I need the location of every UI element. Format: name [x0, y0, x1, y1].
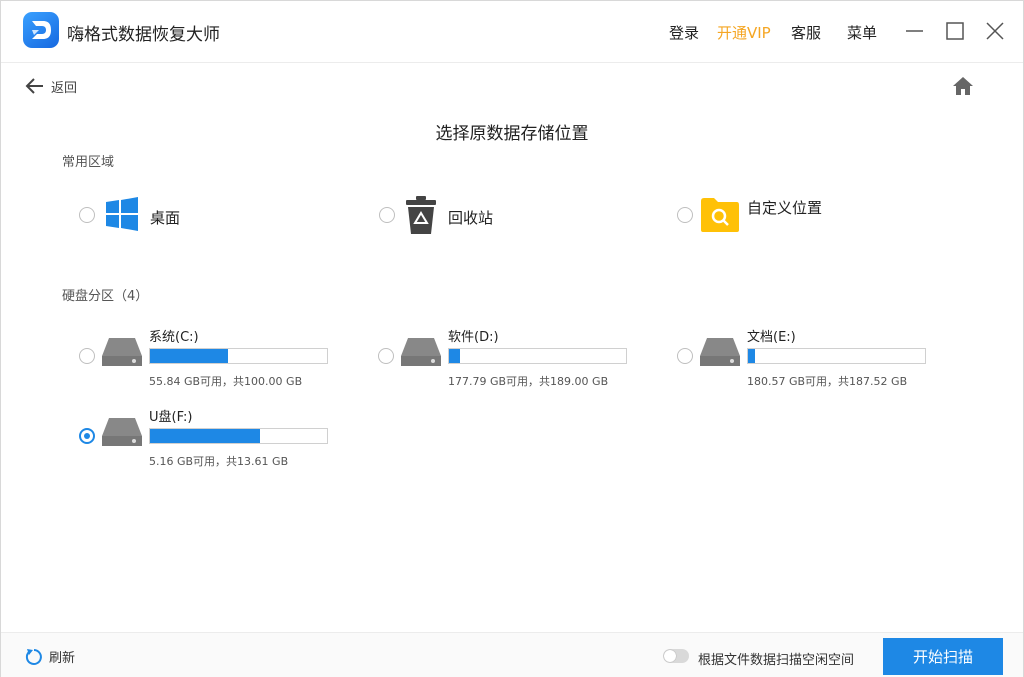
free-space-scan-toggle[interactable] [663, 649, 689, 663]
app-title: 嗨格式数据恢复大师 [67, 25, 220, 45]
menu-link[interactable]: 菜单 [847, 22, 877, 43]
hard-drive-icon [700, 338, 740, 366]
desktop-label[interactable]: 桌面 [150, 207, 180, 228]
page-title: 选择原数据存储位置 [435, 124, 589, 144]
drive-name: 文档(E:) [747, 330, 796, 345]
drive-item[interactable]: 软件(D:) 177.79 GB可用，共189.00 GB [378, 326, 638, 396]
usage-fill [748, 349, 756, 363]
maximize-icon [946, 22, 964, 40]
custom-location-label[interactable]: 自定义位置 [747, 197, 822, 218]
drive-capacity: 5.16 GB可用，共13.61 GB [149, 455, 289, 468]
close-icon [986, 22, 1004, 40]
refresh-button[interactable]: 刷新 [25, 647, 75, 666]
drive-capacity: 180.57 GB可用，共187.52 GB [747, 375, 908, 388]
hard-drive-icon [102, 338, 142, 366]
back-label: 返回 [51, 80, 78, 96]
usage-fill [150, 349, 228, 363]
minimize-icon [906, 30, 923, 32]
drive-radio[interactable] [79, 348, 95, 364]
drive-item[interactable]: 文档(E:) 180.57 GB可用，共187.52 GB [677, 326, 937, 396]
minimize-button[interactable] [902, 18, 928, 44]
drive-radio[interactable] [79, 428, 95, 444]
custom-folder-icon [700, 197, 740, 233]
start-scan-button[interactable]: 开始扫描 [883, 638, 1003, 675]
refresh-icon [25, 648, 42, 665]
home-icon [953, 77, 973, 95]
close-button[interactable] [982, 18, 1008, 44]
usage-bar [149, 348, 328, 364]
drive-item[interactable]: 系统(C:) 55.84 GB可用，共100.00 GB [79, 326, 339, 396]
drive-capacity: 177.79 GB可用，共189.00 GB [448, 375, 609, 388]
partitions-label: 硬盘分区（4） [62, 289, 149, 304]
drive-name: 软件(D:) [448, 330, 499, 345]
common-area-label: 常用区域 [62, 155, 115, 170]
app-window: 嗨格式数据恢复大师 登录 开通VIP 客服 菜单 返回 选择原数据存储位置 常用… [0, 0, 1024, 677]
drive-capacity: 55.84 GB可用，共100.00 GB [149, 375, 303, 388]
drive-radio[interactable] [378, 348, 394, 364]
hard-drive-icon [401, 338, 441, 366]
usage-bar [149, 428, 328, 444]
desktop-radio[interactable] [79, 207, 95, 223]
footer-bar: 刷新 根据文件数据扫描空闲空间 开始扫描 [1, 632, 1023, 677]
app-logo-icon [23, 12, 59, 48]
windows-icon [105, 197, 139, 231]
usage-bar [747, 348, 926, 364]
customer-service-link[interactable]: 客服 [791, 22, 821, 43]
drive-name: 系统(C:) [149, 330, 199, 345]
home-button[interactable] [951, 75, 975, 97]
refresh-label: 刷新 [49, 651, 76, 666]
usage-fill [449, 349, 460, 363]
vip-link[interactable]: 开通VIP [717, 22, 771, 43]
custom-location-radio[interactable] [677, 207, 693, 223]
drive-item[interactable]: U盘(F:) 5.16 GB可用，共13.61 GB [79, 406, 339, 476]
free-space-scan-label: 根据文件数据扫描空闲空间 [698, 653, 855, 668]
usage-fill [150, 429, 260, 443]
maximize-button[interactable] [942, 18, 968, 44]
recycle-bin-icon [404, 195, 438, 235]
recycle-bin-label[interactable]: 回收站 [448, 207, 493, 228]
login-link[interactable]: 登录 [669, 22, 699, 43]
title-bar: 嗨格式数据恢复大师 登录 开通VIP 客服 菜单 [1, 1, 1023, 63]
hard-drive-icon [102, 418, 142, 446]
usage-bar [448, 348, 627, 364]
back-button[interactable]: 返回 [25, 75, 77, 97]
recycle-bin-radio[interactable] [379, 207, 395, 223]
drive-name: U盘(F:) [149, 410, 193, 425]
arrow-left-icon [25, 78, 43, 94]
drive-radio[interactable] [677, 348, 693, 364]
